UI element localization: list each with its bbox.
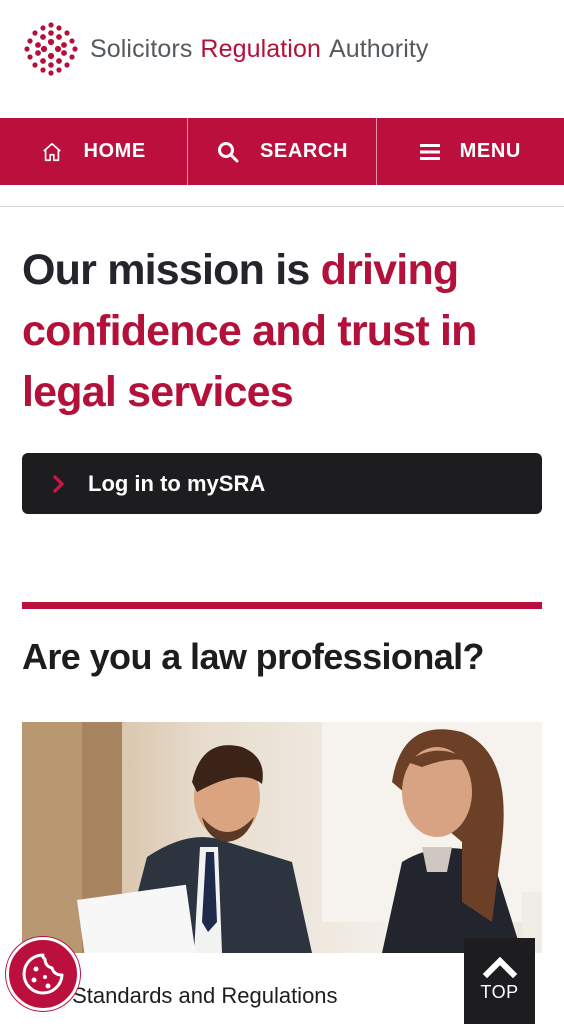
photo-illustration <box>22 722 542 953</box>
nav-search-label: SEARCH <box>259 140 349 162</box>
logo-dots-icon <box>24 22 78 76</box>
cookie-icon <box>22 953 64 995</box>
search-icon <box>217 141 239 162</box>
sra-logo[interactable]: Solicitors Regulation Authority <box>22 20 429 78</box>
nav-search[interactable]: SEARCH <box>187 118 375 185</box>
chevron-up-icon <box>482 956 517 978</box>
nav-home-label: HOME <box>83 140 146 162</box>
logo-word-regulation: Regulation <box>200 34 321 63</box>
top-label: TOP <box>480 982 519 1002</box>
logo-wordmark: Solicitors Regulation Authority <box>90 35 429 64</box>
logo-word-solicitors: Solicitors <box>90 34 193 63</box>
login-mysra-label: Log in to mySRA <box>88 470 266 496</box>
section-title: Are you a law professional? <box>22 636 485 677</box>
law-professionals-photo[interactable] <box>22 722 542 953</box>
main-nav: HOME SEARCH MENU <box>0 118 564 185</box>
logo-word-authority: Authority <box>328 34 429 63</box>
chevron-right-icon <box>52 474 65 493</box>
hamburger-icon <box>419 143 440 160</box>
login-mysra-button[interactable]: Log in to mySRA <box>22 453 542 514</box>
mission-heading: Our mission is driving confidence and tr… <box>22 240 542 423</box>
header-divider <box>0 206 564 207</box>
nav-home[interactable]: HOME <box>0 118 187 185</box>
cookie-settings-button[interactable] <box>6 937 80 1011</box>
nav-menu[interactable]: MENU <box>375 118 564 185</box>
section-rule <box>22 602 542 609</box>
site-header: Solicitors Regulation Authority <box>0 0 564 118</box>
nav-menu-label: MENU <box>459 140 521 162</box>
back-to-top-button[interactable]: TOP <box>464 938 535 1024</box>
home-icon <box>43 142 62 161</box>
mission-prefix: Our mission is <box>22 246 321 294</box>
